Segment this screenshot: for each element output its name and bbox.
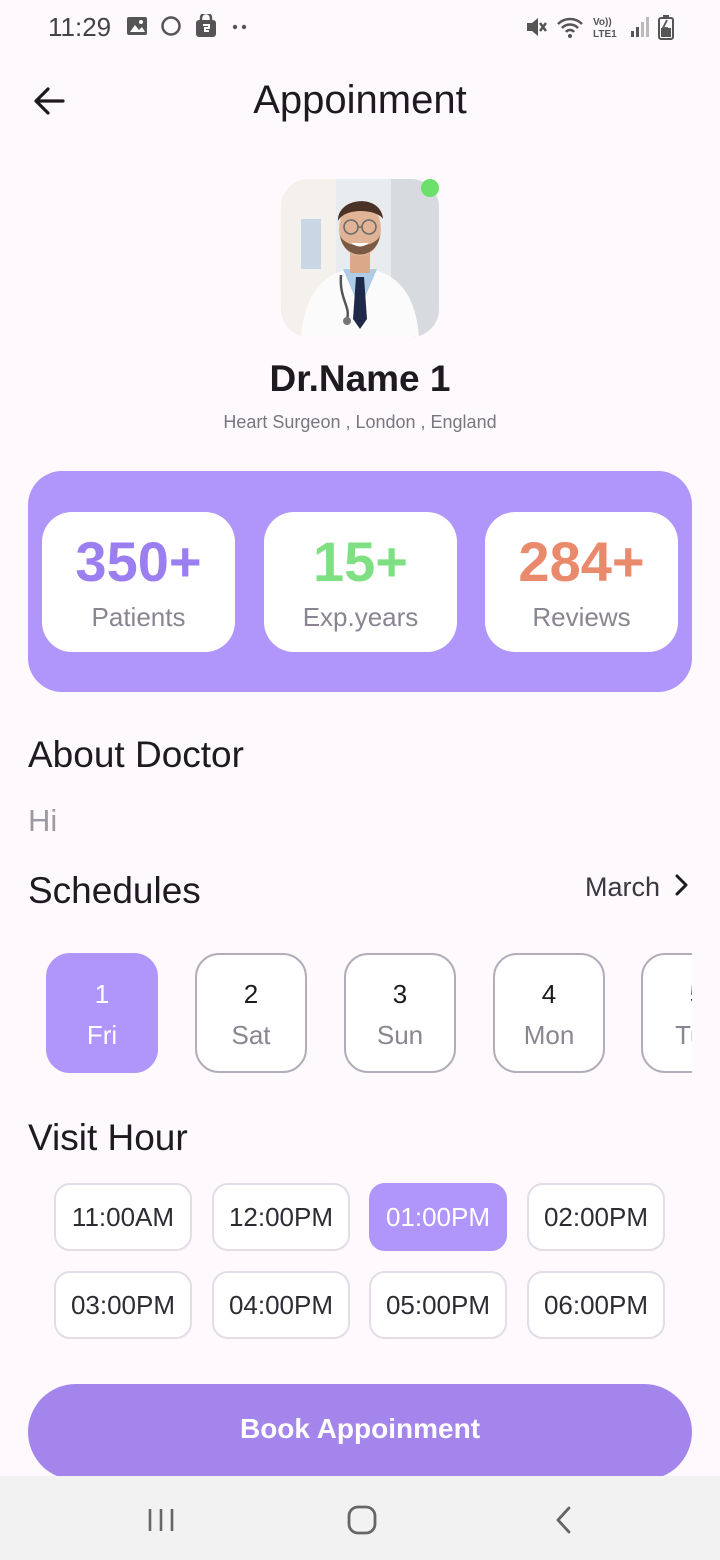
date-day: Fri	[86, 1020, 118, 1050]
home-button[interactable]	[342, 1502, 382, 1542]
time-slot[interactable]: 01:00PM	[369, 1183, 507, 1251]
schedules-title: Schedules	[28, 870, 201, 911]
date-strip[interactable]: 1 Fri 2 Sat 3 Sun 4 Mon 5 Tue	[0, 953, 692, 1077]
stat-label: Patients	[91, 602, 186, 632]
date-number: 5	[643, 979, 692, 1010]
stat-value: 350+	[75, 530, 202, 593]
time-slot[interactable]: 03:00PM	[54, 1271, 192, 1339]
home-icon	[346, 1504, 378, 1541]
image-icon	[126, 15, 148, 37]
status-right-icons: Vo)) LTE1	[524, 14, 674, 40]
back-icon	[552, 1504, 576, 1541]
system-nav-bar	[0, 1476, 720, 1560]
stat-value: 284+	[518, 530, 645, 593]
date-chip[interactable]: 5 Tue	[641, 953, 692, 1073]
time-slot[interactable]: 04:00PM	[212, 1271, 350, 1339]
date-day: Sat	[231, 1020, 271, 1050]
visit-hour-title: Visit Hour	[28, 1117, 188, 1158]
recents-icon	[146, 1506, 176, 1539]
date-number: 1	[94, 979, 110, 1009]
signal-icon	[630, 15, 650, 39]
date-chip[interactable]: 2 Sat	[195, 953, 307, 1073]
time-slot[interactable]: 06:00PM	[527, 1271, 665, 1339]
svg-text:Vo)): Vo))	[593, 17, 612, 28]
status-left-icons	[126, 14, 250, 38]
book-appointment-button[interactable]: Book Appoinment	[28, 1384, 692, 1480]
time-slot[interactable]: 11:00AM	[54, 1183, 192, 1251]
date-number: 2	[243, 979, 259, 1009]
date-number: 4	[541, 979, 557, 1009]
doctor-avatar-container	[281, 179, 439, 337]
stat-label: Reviews	[532, 602, 631, 632]
doctor-avatar	[281, 179, 439, 337]
time-slot[interactable]: 05:00PM	[369, 1271, 507, 1339]
stats-panel: 350+ Patients 15+ Exp.years 284+ Reviews	[28, 471, 692, 692]
status-bar: 11:29 Vo)) LTE1	[0, 0, 720, 56]
page-title: Appoinment	[253, 78, 467, 122]
recents-button[interactable]	[141, 1502, 181, 1542]
stat-label: Exp.years	[302, 602, 419, 632]
svg-text:LTE1: LTE1	[593, 29, 617, 40]
date-number: 3	[392, 979, 408, 1009]
stat-card-patients: 350+ Patients	[42, 512, 235, 652]
stat-card-experience: 15+ Exp.years	[264, 512, 457, 652]
app-bar: Appoinment	[0, 60, 720, 144]
stat-card-reviews: 284+ Reviews	[485, 512, 678, 652]
status-time: 11:29	[48, 12, 112, 42]
wifi-icon	[556, 15, 584, 39]
date-day: Sun	[376, 1020, 424, 1050]
date-chip[interactable]: 4 Mon	[493, 953, 605, 1073]
doctor-name: Dr.Name 1	[269, 358, 451, 399]
time-slot[interactable]: 02:00PM	[527, 1183, 665, 1251]
bag-icon	[194, 14, 218, 38]
date-day: Tue	[675, 1020, 692, 1050]
chevron-right-icon	[670, 872, 692, 903]
mute-icon	[524, 14, 548, 40]
about-text: Hi	[28, 803, 58, 838]
stat-value: 15+	[313, 530, 408, 593]
more-dots-icon	[230, 15, 250, 37]
date-chip[interactable]: 3 Sun	[344, 953, 456, 1073]
circle-icon	[160, 15, 182, 37]
about-title: About Doctor	[28, 734, 244, 775]
month-label: March	[584, 872, 660, 902]
time-slot[interactable]: 12:00PM	[212, 1183, 350, 1251]
nav-back-button[interactable]	[544, 1502, 584, 1542]
lte-icon: Vo)) LTE1	[592, 14, 622, 40]
doctor-specialty: Heart Surgeon , London , England	[223, 412, 497, 432]
month-picker[interactable]: March	[585, 872, 692, 903]
date-chip[interactable]: 1 Fri	[46, 953, 158, 1073]
date-day: Mon	[523, 1020, 575, 1050]
online-status-dot	[421, 179, 439, 197]
battery-icon	[658, 14, 674, 40]
